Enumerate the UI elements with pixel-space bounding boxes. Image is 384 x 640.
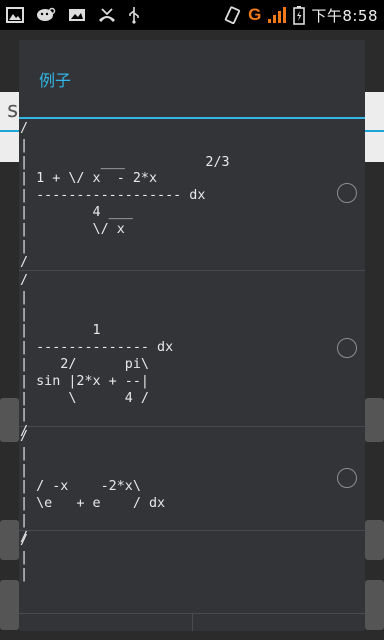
confirm-button[interactable]: 确认 (191, 614, 366, 631)
dialog-button-bar: 取消 确认 (19, 613, 365, 631)
formula-text: / | | | / -x -2*x\ | \e + e / dx | / (20, 429, 166, 545)
wechat-icon (37, 7, 56, 21)
background-button (365, 520, 384, 560)
background-button (0, 398, 19, 442)
list-item[interactable]: / | | ___ 2/3 | 1 + \/ x - 2*x | -------… (19, 119, 365, 271)
background-button (365, 398, 384, 442)
status-bar: G 下午8:58 (0, 0, 384, 30)
battery-icon (293, 6, 306, 25)
notification-icons (6, 6, 140, 24)
list-item[interactable]: / | | | / -x -2*x\ | \e + e / dx | / (19, 427, 365, 545)
background-button (0, 520, 19, 560)
background-button (365, 580, 384, 630)
list-item[interactable]: / | | (19, 531, 365, 591)
usb-icon (129, 7, 139, 24)
background-button (0, 580, 19, 630)
list-item[interactable]: / | | | 1 | -------------- dx | 2/ pi\ |… (19, 271, 365, 439)
radio-button[interactable] (337, 338, 357, 358)
example-list[interactable]: / | | ___ 2/3 | 1 + \/ x - 2*x | -------… (19, 119, 365, 613)
formula-text: / | | ___ 2/3 | 1 + \/ x - 2*x | -------… (20, 121, 230, 271)
radio-button[interactable] (337, 183, 357, 203)
formula-text: / | | (20, 533, 29, 582)
vibrate-icon (224, 6, 241, 24)
system-icons: G 下午8:58 (222, 5, 378, 26)
formula-text: / | | | 1 | -------------- dx | 2/ pi\ |… (20, 273, 174, 440)
missed-call-icon (99, 8, 115, 22)
network-type: G (248, 5, 262, 24)
radio-button[interactable] (337, 468, 357, 488)
examples-dialog: 例子 / | | ___ 2/3 | 1 + \/ x - 2*x | ----… (19, 40, 365, 631)
cancel-button[interactable]: 取消 (19, 614, 192, 631)
signal-icon (268, 7, 287, 23)
clock: 下午8:58 (311, 6, 378, 25)
photo-icon (69, 9, 85, 21)
dialog-title: 例子 (39, 70, 72, 90)
image-icon (6, 7, 24, 23)
